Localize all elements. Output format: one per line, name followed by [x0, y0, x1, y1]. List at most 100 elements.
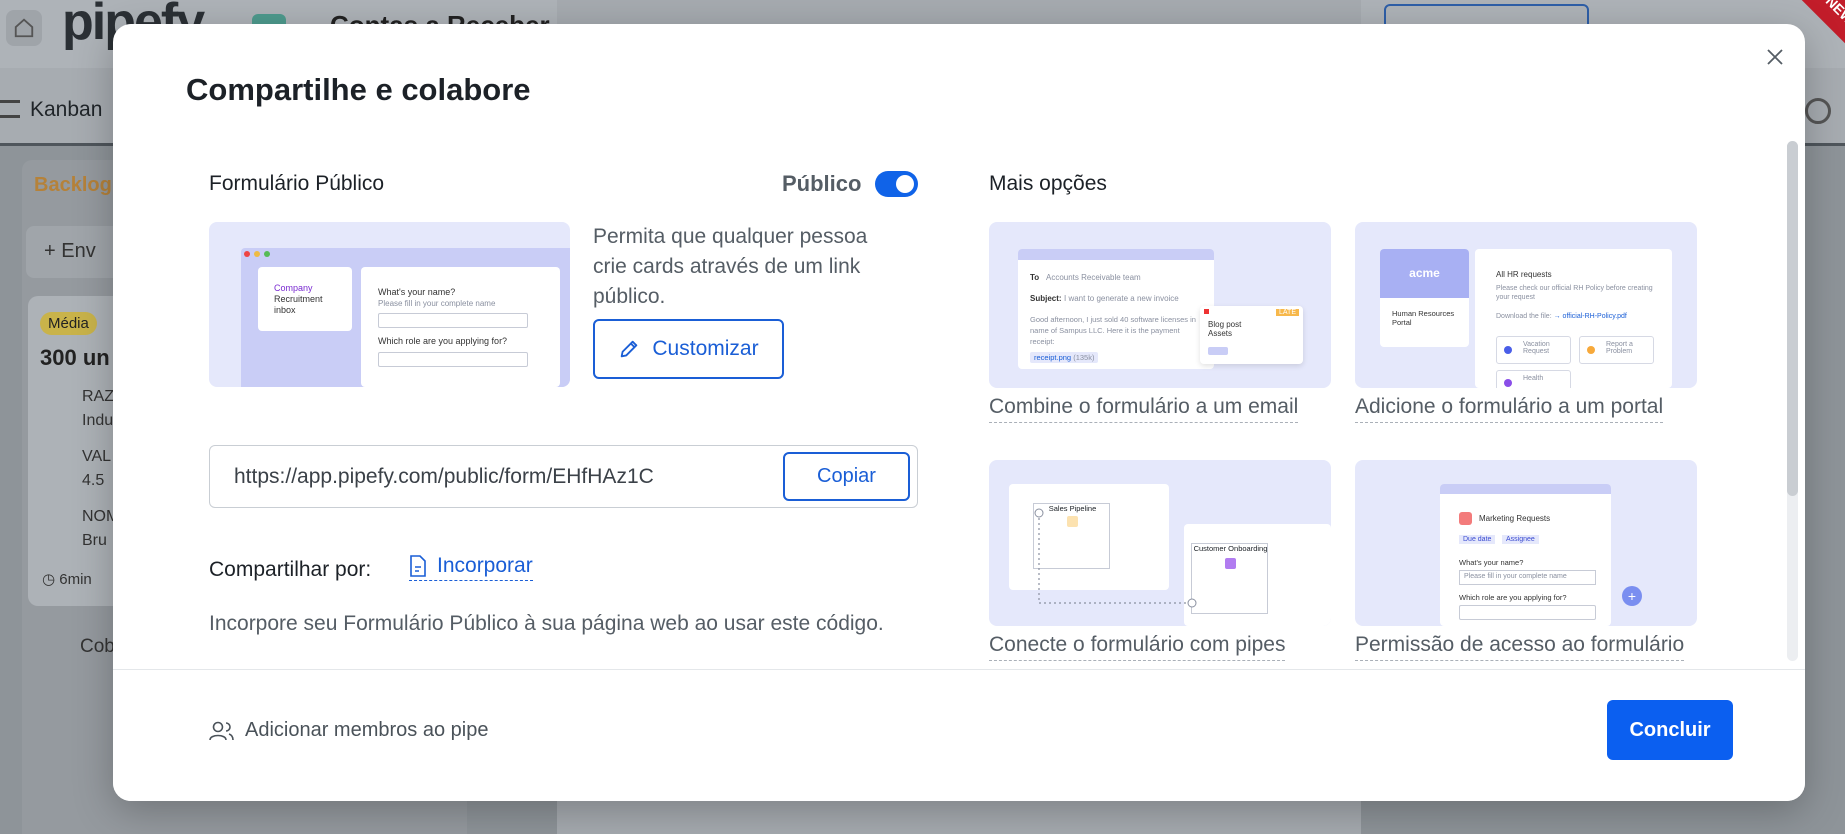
- email-subject-label: Subject:: [1030, 294, 1062, 303]
- column-title: Backlog: [34, 174, 112, 196]
- late-badge: LATE: [1276, 309, 1299, 316]
- portal-name: Human Resources Portal: [1392, 309, 1455, 327]
- card-tag: [1208, 347, 1228, 355]
- portal-text: Please check our official RH Policy befo…: [1496, 285, 1653, 301]
- preview-input: [378, 313, 528, 328]
- card-dot: [1204, 309, 1209, 314]
- permission-input: [1459, 605, 1596, 620]
- preview-question: What's your name?: [378, 287, 456, 297]
- portal-brand: acme: [1380, 249, 1469, 298]
- public-form-title: Formulário Público: [209, 172, 385, 195]
- option-email-label[interactable]: Combine o formulário a um email: [989, 395, 1299, 423]
- card-time: ◷ 6min: [42, 571, 92, 588]
- portal-option-dot: [1504, 346, 1512, 354]
- share-modal: Compartilhe e colabore Formulário Públic…: [113, 24, 1805, 801]
- card-field: RAZ: [82, 388, 114, 405]
- view-selector: Kanban: [30, 98, 103, 121]
- permission-question: What's your name?: [1459, 558, 1524, 567]
- attachment-name: receipt.png: [1034, 353, 1072, 362]
- gear-icon: [1805, 98, 1831, 124]
- kanban-icon: [0, 100, 20, 118]
- permission-icon: [1459, 512, 1472, 525]
- column-footer: Cob: [80, 636, 115, 657]
- permission-title: Marketing Requests: [1479, 514, 1551, 523]
- email-card-preview: LATE Blog post Assets: [1200, 306, 1303, 364]
- permission-form: Marketing Requests Due date Assignee Wha…: [1440, 484, 1611, 626]
- card-time-label: 6min: [59, 571, 92, 588]
- permission-question: Which role are you applying for?: [1459, 593, 1567, 602]
- modal-title: Compartilhe e colabore: [186, 72, 531, 107]
- portal-option-dot: [1504, 379, 1512, 387]
- done-button[interactable]: Concluir: [1607, 700, 1733, 760]
- option-pipes-card[interactable]: Sales Pipeline Customer Onboarding: [989, 460, 1331, 626]
- embed-link[interactable]: Incorporar: [409, 554, 533, 581]
- preview-form-card: What's your name? Please fill in your co…: [361, 267, 560, 387]
- card-preview-title: Blog post Assets: [1208, 320, 1242, 338]
- preview-input: [378, 352, 528, 367]
- add-members-button[interactable]: Adicionar membros ao pipe: [209, 719, 488, 742]
- card-field: Bru: [82, 532, 107, 549]
- modal-footer: Adicionar membros ao pipe Concluir: [113, 669, 1805, 801]
- dot-red: [244, 251, 250, 257]
- portal-main: All HR requests Please check our officia…: [1475, 249, 1672, 388]
- card-title: 300 un: [40, 345, 110, 370]
- preview-sidebar-card: Company Recruitment inbox: [258, 267, 352, 331]
- copy-button[interactable]: Copiar: [783, 452, 910, 501]
- pipe-connector: [1034, 508, 1197, 608]
- home-button[interactable]: [6, 10, 42, 46]
- portal-heading: All HR requests: [1496, 270, 1552, 279]
- option-portal-card[interactable]: acme Human Resources Portal All HR reque…: [1355, 222, 1697, 388]
- public-form-description: Permita que qualquer pessoa crie cards a…: [593, 225, 868, 308]
- public-status-label: Público: [782, 171, 862, 196]
- public-url-field[interactable]: https://app.pipefy.com/public/form/EHfHA…: [209, 445, 918, 508]
- portal-option-label: Report a Problem: [1606, 341, 1633, 355]
- scrollbar-thumb[interactable]: [1787, 141, 1798, 496]
- option-permission-label[interactable]: Permissão de acesso ao formulário: [1355, 633, 1685, 661]
- email-titlebar: [1018, 249, 1214, 260]
- customize-label: Customizar: [652, 337, 759, 360]
- public-toggle[interactable]: [875, 171, 918, 197]
- email-attachment: receipt.png (135k): [1030, 352, 1099, 363]
- dot-green: [264, 251, 270, 257]
- option-permission-card[interactable]: Marketing Requests Due date Assignee Wha…: [1355, 460, 1697, 626]
- plus-icon: +: [1622, 586, 1642, 606]
- close-icon: [1767, 49, 1783, 65]
- public-url-text[interactable]: https://app.pipefy.com/public/form/EHfHA…: [234, 465, 654, 489]
- card-field: 4.5: [82, 472, 105, 489]
- portal-download-label: Download the file:: [1496, 313, 1552, 320]
- email-preview: To Accounts Receivable team Subject: I w…: [1018, 249, 1214, 369]
- embed-label: Incorporar: [437, 554, 533, 577]
- preview-sidebar-line: Recruitment: [274, 294, 323, 304]
- preview-hint: Please fill in your complete name: [378, 299, 496, 308]
- close-button[interactable]: [1760, 42, 1790, 72]
- users-icon: [209, 721, 234, 740]
- modal-body: Formulário Público Público Company Recru…: [113, 144, 1783, 669]
- preview-sidebar-line: Company: [274, 283, 313, 293]
- toggle-knob: [896, 175, 914, 193]
- modal-scrollbar[interactable]: [1787, 141, 1798, 661]
- permission-tag: Due date: [1459, 535, 1496, 544]
- more-options-title: Mais opções: [989, 172, 1107, 195]
- attachment-size: (135k): [1073, 353, 1095, 362]
- pencil-icon: [621, 340, 638, 358]
- portal-download: Download the file: → official-RH-Policy.…: [1496, 313, 1627, 320]
- option-portal-label[interactable]: Adicione o formulário a um portal: [1355, 395, 1664, 423]
- option-pipes-label[interactable]: Conecte o formulário com pipes: [989, 633, 1286, 661]
- portal-sidebar: acme Human Resources Portal: [1380, 249, 1469, 347]
- permission-tag: Assignee: [1502, 535, 1539, 544]
- email-to-label: To: [1030, 273, 1040, 282]
- embed-description: Incorpore seu Formulário Público à sua p…: [209, 612, 884, 635]
- option-email-card[interactable]: To Accounts Receivable team Subject: I w…: [989, 222, 1331, 388]
- portal-file: → official-RH-Policy.pdf: [1553, 313, 1627, 320]
- dot-yellow: [254, 251, 260, 257]
- public-form-preview: Company Recruitment inbox What's your na…: [209, 222, 570, 387]
- document-icon: [410, 555, 426, 577]
- portal-option-label: Health: [1523, 375, 1544, 382]
- customize-button[interactable]: Customizar: [593, 319, 784, 379]
- card-field: VAL: [82, 448, 112, 465]
- preview-sidebar-line: inbox: [274, 305, 296, 315]
- preview-question: Which role are you applying for?: [378, 336, 508, 346]
- priority-badge: Média: [40, 312, 97, 335]
- permission-titlebar: [1440, 484, 1611, 494]
- add-card-label: Env: [61, 240, 96, 262]
